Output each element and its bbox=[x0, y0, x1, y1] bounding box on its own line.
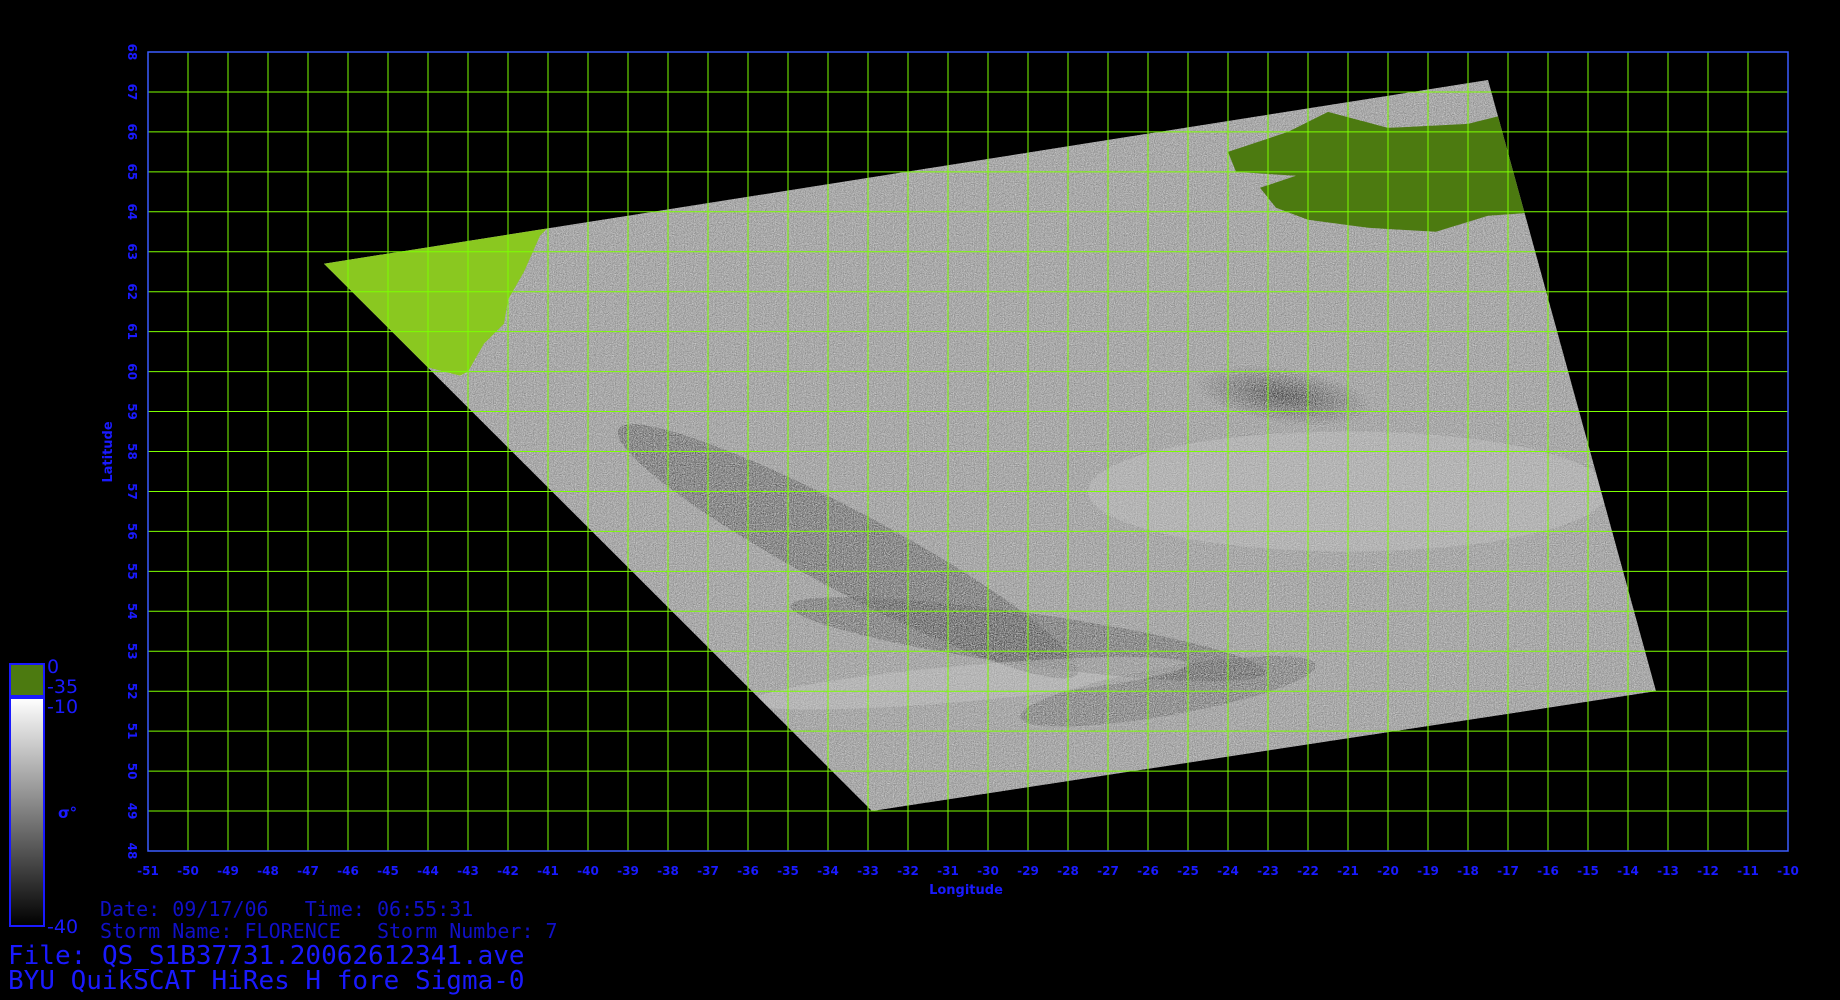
lat-tick-label: 51 bbox=[125, 723, 139, 740]
lon-tick-label: -16 bbox=[1537, 864, 1559, 878]
lon-tick-label: -20 bbox=[1377, 864, 1399, 878]
colorbar: 0 -35 -10 -40 σ° bbox=[9, 656, 78, 938]
lat-tick-label: 60 bbox=[125, 363, 139, 380]
colorbar-label-land-top: 0 bbox=[47, 656, 59, 678]
storm-name-value: FLORENCE bbox=[244, 919, 341, 943]
lon-tick-label: -49 bbox=[217, 864, 239, 878]
storm-number-value: 7 bbox=[545, 919, 558, 943]
lat-tick-label: 55 bbox=[125, 563, 139, 580]
lon-tick-label: -25 bbox=[1177, 864, 1199, 878]
time-label: Time: bbox=[304, 897, 365, 921]
storm-number-label: Storm Number: bbox=[376, 919, 534, 943]
lon-tick-label: -37 bbox=[697, 864, 719, 878]
colorbar-land-segment bbox=[9, 663, 45, 697]
lon-tick-label: -50 bbox=[177, 864, 199, 878]
lon-tick-label: -17 bbox=[1497, 864, 1519, 878]
lat-lon-grid bbox=[147, 51, 1789, 852]
lon-tick-label: -23 bbox=[1257, 864, 1279, 878]
colorbar-label-ocean-bottom: -40 bbox=[47, 916, 78, 938]
lat-tick-label: 62 bbox=[125, 283, 139, 300]
product-title: BYU QuikSCAT HiRes H fore Sigma-0 bbox=[8, 966, 525, 996]
lat-tick-label: 61 bbox=[125, 323, 139, 340]
lon-tick-label: -47 bbox=[297, 864, 319, 878]
x-axis-title: Longitude bbox=[929, 883, 1003, 898]
lat-tick-label: 66 bbox=[125, 124, 139, 141]
lat-tick-label: 52 bbox=[125, 683, 139, 700]
lon-tick-label: -46 bbox=[337, 864, 359, 878]
y-axis-title: Latitude bbox=[101, 421, 116, 483]
date-value: 09/17/06 bbox=[172, 897, 269, 921]
colorbar-label-land-bottom: -35 bbox=[47, 676, 78, 698]
lon-tick-label: -29 bbox=[1017, 864, 1039, 878]
lon-tick-label: -12 bbox=[1697, 864, 1719, 878]
lat-tick-label: 65 bbox=[125, 163, 139, 180]
lat-tick-label: 54 bbox=[125, 603, 139, 620]
lat-tick-label: 56 bbox=[125, 523, 139, 540]
lon-tick-label: -26 bbox=[1137, 864, 1159, 878]
lon-tick-label: -40 bbox=[577, 864, 599, 878]
longitude-tick-labels: -51 -50 -49 -48 -47 -46 -45 -44 -43 -42 -41 -40 -39 -… bbox=[137, 864, 1799, 878]
lon-tick-label: -45 bbox=[377, 864, 399, 878]
lon-tick-label: -13 bbox=[1657, 864, 1679, 878]
date-label: Date: bbox=[100, 897, 161, 921]
satellite-swath bbox=[324, 80, 1656, 811]
colorbar-label-ocean-top: -10 bbox=[47, 696, 78, 718]
time-value: 06:55:31 bbox=[376, 897, 474, 921]
lon-tick-label: -51 bbox=[137, 864, 159, 878]
lat-tick-label: 58 bbox=[125, 443, 139, 460]
lat-tick-label: 63 bbox=[125, 243, 139, 260]
map-figure: -51 -50 -49 -48 -47 -46 -45 -44 -43 -42 -41 -40 -39 -… bbox=[9, 44, 1799, 938]
lon-tick-label: -15 bbox=[1577, 864, 1599, 878]
lat-tick-label: 67 bbox=[125, 84, 139, 101]
lon-tick-label: -38 bbox=[657, 864, 679, 878]
swath-texture bbox=[324, 80, 1656, 811]
lon-tick-label: -36 bbox=[737, 864, 759, 878]
lat-tick-label: 64 bbox=[125, 203, 139, 220]
lon-tick-label: -33 bbox=[857, 864, 879, 878]
lon-tick-label: -19 bbox=[1417, 864, 1439, 878]
lon-tick-label: -48 bbox=[257, 864, 279, 878]
lon-tick-label: -41 bbox=[537, 864, 559, 878]
lon-tick-label: -21 bbox=[1337, 864, 1359, 878]
storm-info-line: Storm Name: FLORENCE Storm Number: 7 bbox=[100, 921, 558, 941]
lon-tick-label: -18 bbox=[1457, 864, 1479, 878]
lon-tick-label: -32 bbox=[897, 864, 919, 878]
storm-name-label: Storm Name: bbox=[100, 919, 233, 943]
lon-tick-label: -43 bbox=[457, 864, 479, 878]
lat-tick-label: 68 bbox=[125, 44, 139, 61]
lon-tick-label: -11 bbox=[1737, 864, 1759, 878]
lon-tick-label: -44 bbox=[417, 864, 439, 878]
lat-tick-label: 49 bbox=[125, 803, 139, 820]
lat-tick-label: 53 bbox=[125, 643, 139, 660]
lon-tick-label: -35 bbox=[777, 864, 799, 878]
lat-tick-label: 57 bbox=[125, 483, 139, 500]
lon-tick-label: -34 bbox=[817, 864, 839, 878]
lon-tick-label: -30 bbox=[977, 864, 999, 878]
lat-tick-label: 59 bbox=[125, 403, 139, 420]
colorbar-ocean-segment bbox=[9, 697, 45, 927]
lat-tick-label: 48 bbox=[125, 843, 139, 860]
latitude-tick-labels: 48 49 50 51 52 53 54 55 56 57 58 59 60 61 62 63 64 65 66 67… bbox=[125, 44, 139, 860]
lon-tick-label: -22 bbox=[1297, 864, 1319, 878]
lon-tick-label: -24 bbox=[1217, 864, 1239, 878]
lon-tick-label: -31 bbox=[937, 864, 959, 878]
lon-tick-label: -39 bbox=[617, 864, 639, 878]
lon-tick-label: -27 bbox=[1097, 864, 1119, 878]
lat-tick-label: 50 bbox=[125, 763, 139, 780]
lon-tick-label: -28 bbox=[1057, 864, 1079, 878]
colorbar-symbol: σ° bbox=[58, 804, 77, 822]
lon-tick-label: -14 bbox=[1617, 864, 1639, 878]
lon-tick-label: -42 bbox=[497, 864, 519, 878]
lon-tick-label: -10 bbox=[1777, 864, 1799, 878]
date-time-line: Date: 09/17/06 Time: 06:55:31 bbox=[100, 899, 473, 919]
